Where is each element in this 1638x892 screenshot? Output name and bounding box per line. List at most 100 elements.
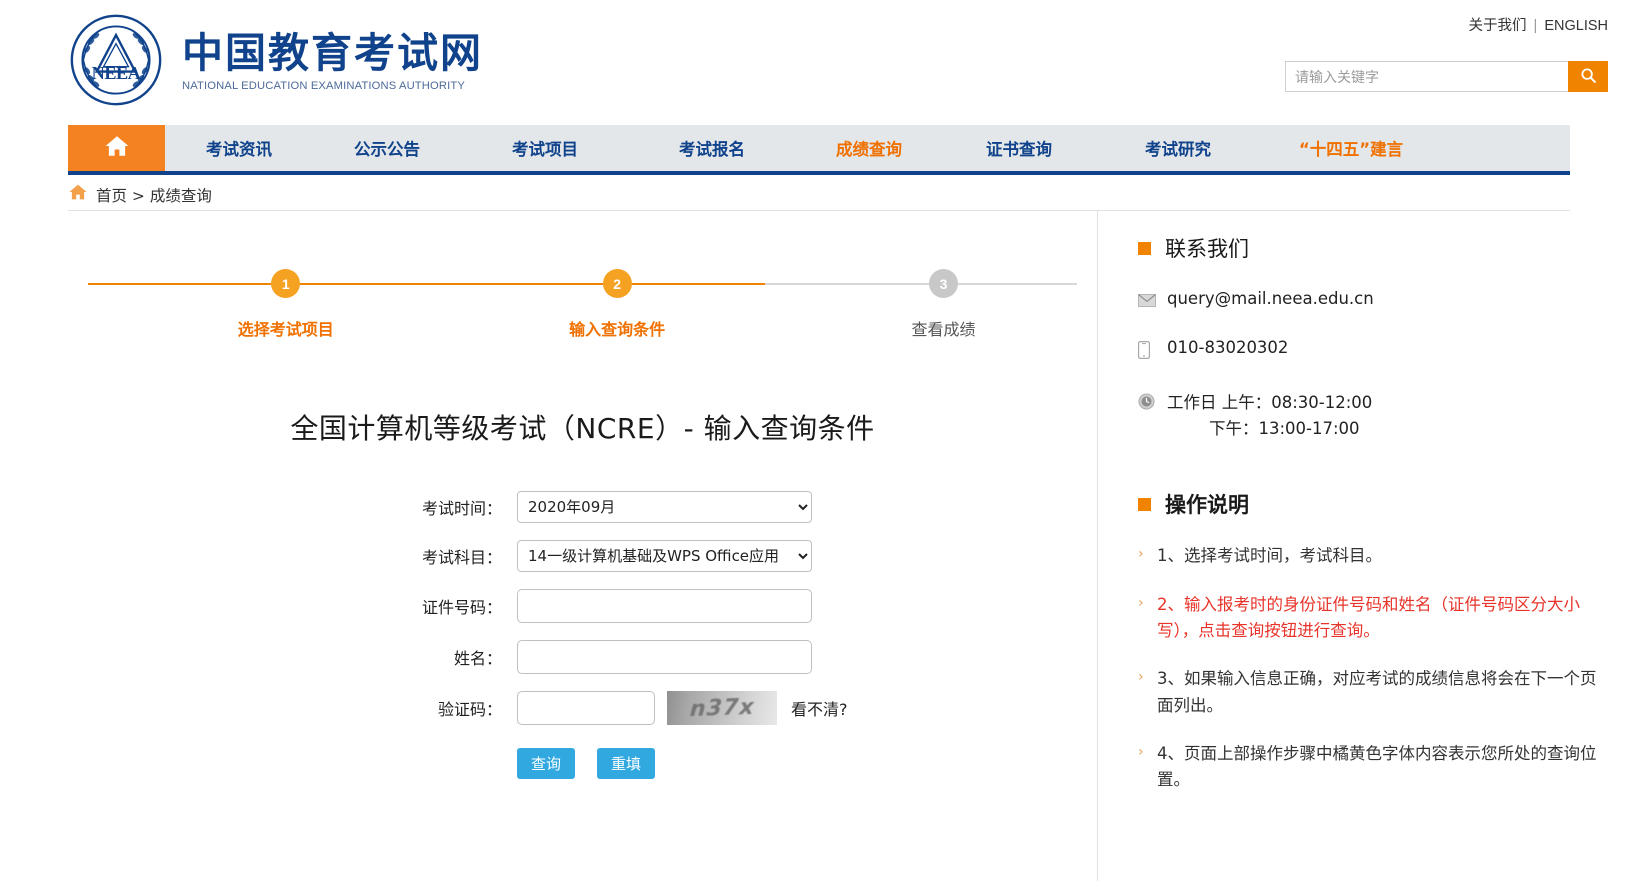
svg-text:NEEA: NEEA bbox=[92, 63, 142, 83]
captcha-label: 验证码： bbox=[437, 700, 502, 719]
step-3: 3 查看成绩 bbox=[911, 269, 975, 340]
top-utility-links: 关于我们 | ENGLISH bbox=[1469, 14, 1608, 35]
search-input[interactable] bbox=[1286, 62, 1568, 91]
neea-emblem-icon: NEEA bbox=[68, 12, 164, 108]
step-1-number: 1 bbox=[271, 269, 301, 298]
reset-form-button[interactable]: 重填 bbox=[597, 748, 655, 779]
step-3-label: 查看成绩 bbox=[911, 320, 976, 339]
logo-title-cn: 中国教育考试网 bbox=[182, 28, 483, 77]
home-icon bbox=[104, 134, 130, 163]
square-bullet-icon-2 bbox=[1138, 497, 1151, 511]
captcha-image[interactable]: n37x bbox=[667, 691, 777, 725]
contact-section-heading: 联系我们 bbox=[1138, 233, 1608, 263]
main-column: 1 选择考试项目 2 输入查询条件 3 查看成绩 全国计算机等级考试（NCRE）… bbox=[68, 211, 1098, 881]
form-row-exam-subject: 考试科目： 14一级计算机基础及WPS Office应用 bbox=[68, 540, 1097, 572]
breadcrumb: 首页 > 成绩查询 bbox=[68, 175, 1570, 211]
instruction-text-3: 3、如果输入信息正确，对应考试的成绩信息将会在下一个页面列出。 bbox=[1157, 669, 1597, 715]
square-bullet-icon bbox=[1138, 241, 1151, 255]
nav-item-announcements[interactable]: 公示公告 bbox=[313, 125, 461, 171]
instruction-list: › 1、选择考试时间，考试科目。 › 2、输入报考时的身份证件号码和姓名（证件号… bbox=[1138, 543, 1608, 794]
name-field bbox=[517, 640, 812, 674]
chevron-right-icon: › bbox=[1138, 744, 1144, 761]
nav-item-exam-projects[interactable]: 考试项目 bbox=[461, 125, 629, 171]
step-1-label: 选择考试项目 bbox=[237, 320, 334, 339]
search-button[interactable] bbox=[1568, 61, 1608, 92]
site-header: NEEA 中国教育考试网 NATIONAL EDUCATION EXAMINAT… bbox=[0, 0, 1638, 125]
exam-time-label: 考试时间： bbox=[421, 499, 502, 518]
nav-item-exam-registration[interactable]: 考试报名 bbox=[629, 125, 795, 171]
hours-morning: 工作日 上午：08:30-12:00 bbox=[1167, 393, 1373, 412]
mail-icon bbox=[1138, 292, 1156, 311]
captcha-field: n37x 看不清? bbox=[517, 691, 848, 725]
contact-hours-row: 工作日 上午：08:30-12:00 下午：13:00-17:00 bbox=[1138, 390, 1608, 441]
form-row-id-number: 证件号码： bbox=[68, 589, 1097, 623]
site-search bbox=[1285, 61, 1608, 92]
captcha-image-text: n37x bbox=[688, 694, 756, 722]
english-link[interactable]: ENGLISH bbox=[1544, 18, 1608, 34]
instruction-text-4: 4、页面上部操作步骤中橘黄色字体内容表示您所处的查询位置。 bbox=[1157, 744, 1597, 790]
exam-time-select[interactable]: 2020年09月 bbox=[517, 491, 812, 523]
link-separator: | bbox=[1533, 18, 1538, 34]
name-input[interactable] bbox=[517, 640, 812, 674]
logo-text-block: 中国教育考试网 NATIONAL EDUCATION EXAMINATIONS … bbox=[182, 28, 483, 92]
step-2-number: 2 bbox=[602, 269, 632, 298]
instruction-item-2: › 2、输入报考时的身份证件号码和姓名（证件号码区分大小写），点击查询按钮进行查… bbox=[1138, 592, 1608, 645]
exam-time-field: 2020年09月 bbox=[517, 491, 812, 523]
nav-item-exam-news[interactable]: 考试资讯 bbox=[165, 125, 313, 171]
chevron-right-icon: › bbox=[1138, 669, 1144, 686]
logo-title-en: NATIONAL EDUCATION EXAMINATIONS AUTHORIT… bbox=[182, 80, 465, 93]
search-icon bbox=[1580, 67, 1597, 87]
id-number-label: 证件号码： bbox=[421, 598, 502, 617]
form-row-exam-time: 考试时间： 2020年09月 bbox=[68, 491, 1097, 523]
hours-afternoon: 下午：13:00-17:00 bbox=[1209, 418, 1360, 438]
contact-title: 联系我们 bbox=[1165, 237, 1249, 261]
id-number-field bbox=[517, 589, 812, 623]
sidebar: 联系我们 query@mail.neea.edu.cn 010-83020302… bbox=[1098, 211, 1608, 881]
instruction-item-4: › 4、页面上部操作步骤中橘黄色字体内容表示您所处的查询位置。 bbox=[1138, 741, 1608, 794]
breadcrumb-home-icon[interactable] bbox=[68, 183, 88, 206]
chevron-right-icon: › bbox=[1138, 594, 1144, 611]
main-navigation: 考试资讯 公示公告 考试项目 考试报名 成绩查询 证书查询 考试研究 “十四五”… bbox=[68, 125, 1570, 175]
instruction-text-2: 2、输入报考时的身份证件号码和姓名（证件号码区分大小写），点击查询按钮进行查询。 bbox=[1157, 594, 1580, 640]
clock-icon bbox=[1138, 393, 1156, 414]
contact-email-row: query@mail.neea.edu.cn bbox=[1138, 289, 1608, 311]
name-label: 姓名： bbox=[453, 649, 502, 668]
exam-subject-label: 考试科目： bbox=[421, 548, 502, 567]
form-actions-spacer bbox=[68, 748, 517, 779]
phone-icon bbox=[1138, 341, 1156, 363]
form-row-name: 姓名： bbox=[68, 640, 1097, 674]
nav-item-score-query[interactable]: 成绩查询 bbox=[795, 125, 943, 171]
nav-item-14th-five-year-plan[interactable]: “十四五”建言 bbox=[1261, 125, 1441, 171]
site-logo[interactable]: NEEA 中国教育考试网 NATIONAL EDUCATION EXAMINAT… bbox=[68, 12, 483, 108]
nav-item-certificate-query[interactable]: 证书查询 bbox=[943, 125, 1095, 171]
step-1: 1 选择考试项目 bbox=[238, 269, 334, 340]
nav-home-button[interactable] bbox=[68, 125, 165, 171]
about-us-link[interactable]: 关于我们 bbox=[1469, 18, 1527, 34]
breadcrumb-text: 首页 > 成绩查询 bbox=[96, 186, 212, 205]
score-query-form: 考试时间： 2020年09月 考试科目： 14一级计算机基础及WPS Offic… bbox=[68, 491, 1097, 779]
step-indicator: 1 选择考试项目 2 输入查询条件 3 查看成绩 bbox=[88, 269, 1077, 345]
captcha-refresh-link[interactable]: 看不清? bbox=[791, 696, 848, 720]
step-2: 2 输入查询条件 bbox=[569, 269, 665, 340]
nav-item-list: 考试资讯 公示公告 考试项目 考试报名 成绩查询 证书查询 考试研究 “十四五”… bbox=[165, 125, 1570, 171]
chevron-right-icon: › bbox=[1138, 546, 1144, 563]
step-3-number: 3 bbox=[928, 269, 958, 298]
page-root: NEEA 中国教育考试网 NATIONAL EDUCATION EXAMINAT… bbox=[0, 0, 1638, 892]
id-number-input[interactable] bbox=[517, 589, 812, 623]
contact-email-text[interactable]: query@mail.neea.edu.cn bbox=[1167, 289, 1374, 308]
step-2-label: 输入查询条件 bbox=[569, 320, 666, 339]
exam-subject-select[interactable]: 14一级计算机基础及WPS Office应用 bbox=[517, 540, 812, 572]
form-row-captcha: 验证码： n37x 看不清? bbox=[68, 691, 1097, 725]
contact-phone-text: 010-83020302 bbox=[1167, 338, 1289, 357]
form-actions: 查询 重填 bbox=[68, 748, 1097, 779]
contact-phone-row: 010-83020302 bbox=[1138, 338, 1608, 363]
page-title: 全国计算机等级考试（NCRE）- 输入查询条件 bbox=[290, 412, 875, 445]
instruction-text-1: 1、选择考试时间，考试科目。 bbox=[1157, 546, 1382, 566]
captcha-input[interactable] bbox=[517, 691, 655, 725]
content-area: 1 选择考试项目 2 输入查询条件 3 查看成绩 全国计算机等级考试（NCRE）… bbox=[68, 211, 1608, 881]
submit-query-button[interactable]: 查询 bbox=[517, 748, 575, 779]
instruction-item-1: › 1、选择考试时间，考试科目。 bbox=[1138, 543, 1608, 569]
notes-section-heading: 操作说明 bbox=[1138, 489, 1608, 519]
instruction-item-3: › 3、如果输入信息正确，对应考试的成绩信息将会在下一个页面列出。 bbox=[1138, 666, 1608, 719]
nav-item-exam-research[interactable]: 考试研究 bbox=[1095, 125, 1261, 171]
